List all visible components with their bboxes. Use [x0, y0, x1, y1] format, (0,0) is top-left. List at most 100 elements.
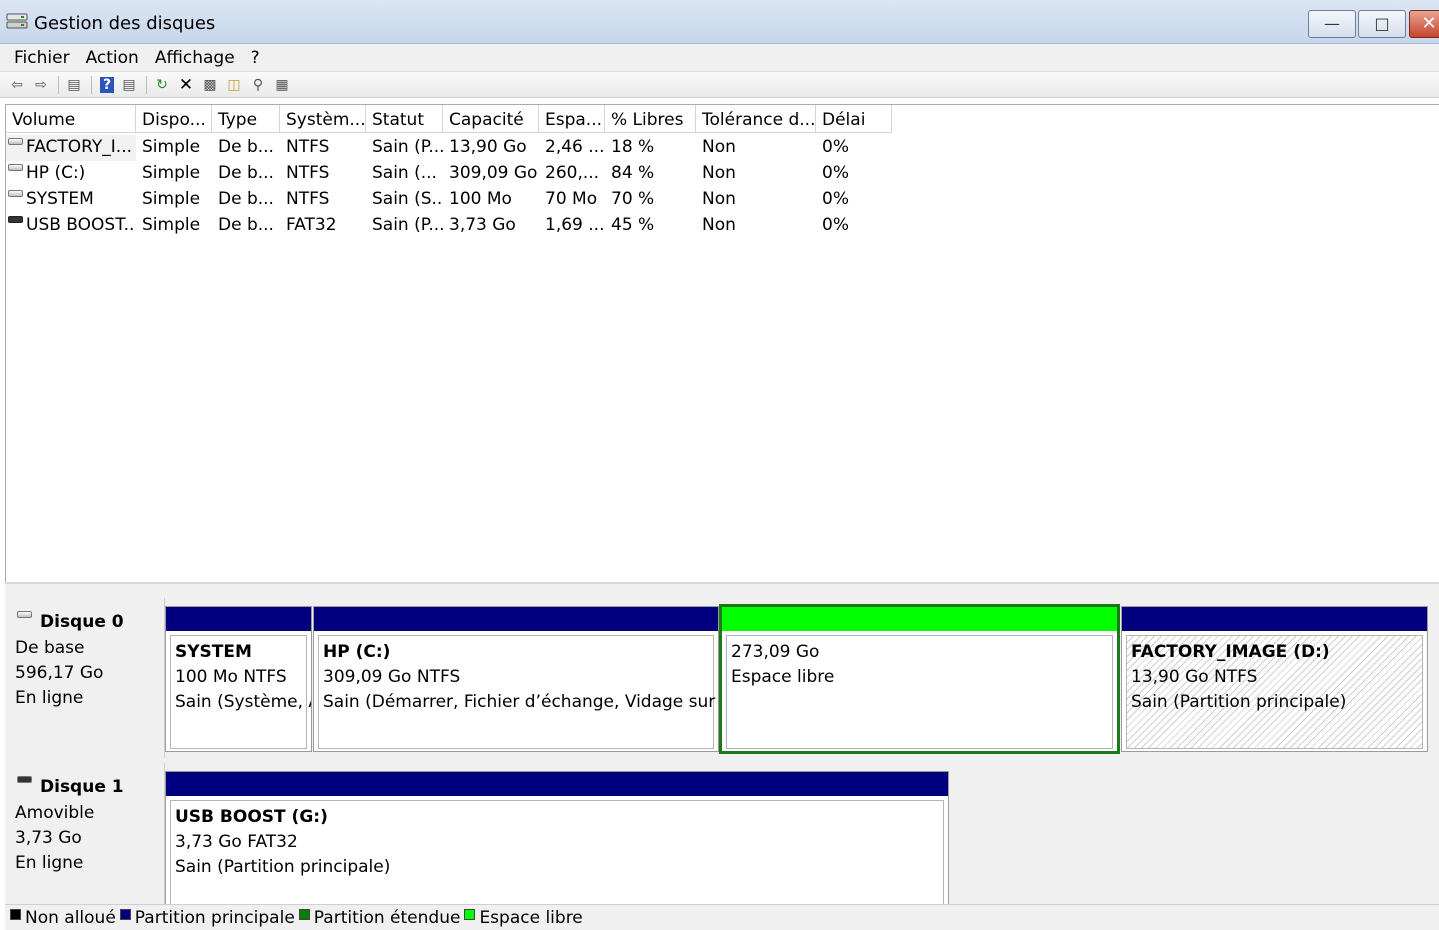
col-delai[interactable]: Délai — [816, 105, 892, 133]
col-systeme[interactable]: Systèm... — [280, 105, 366, 133]
legend-swatch-primary — [119, 909, 131, 920]
minimize-button[interactable]: — — [1308, 10, 1356, 38]
back-icon[interactable]: ⇦ — [6, 75, 28, 95]
tolerance-cell: Non — [702, 189, 736, 209]
statut-cell: Sain (... — [372, 163, 437, 183]
maximize-button[interactable]: □ — [1358, 10, 1406, 38]
volume-cell: USB BOOST... — [6, 213, 136, 239]
partition-factory-image[interactable]: FACTORY_IMAGE (D:) 13,90 Go NTFS Sain (P… — [1121, 606, 1428, 752]
disk-type: De base — [15, 638, 85, 658]
partition-bar — [166, 607, 311, 631]
partition-body: HP (C:) 309,09 Go NTFS Sain (Démarrer, F… — [318, 635, 718, 749]
partition-body: FACTORY_IMAGE (D:) 13,90 Go NTFS Sain (P… — [1126, 635, 1423, 749]
partition-status: Sain (Système, A — [175, 692, 312, 712]
volume-name: USB BOOST... — [26, 215, 136, 235]
col-dispo[interactable]: Dispo... — [136, 105, 212, 133]
libres-cell: 18 % — [611, 137, 655, 157]
delete-icon[interactable]: ✕ — [175, 75, 197, 95]
explore-icon[interactable]: ⚲ — [247, 75, 269, 95]
col-type[interactable]: Type — [212, 105, 280, 133]
delai-cell: 0% — [822, 163, 849, 183]
toolbar-separator — [58, 75, 59, 94]
dispo-cell: Simple — [142, 163, 201, 183]
disk-management-icon — [6, 13, 28, 29]
toolbar-separator — [91, 75, 92, 94]
disk-size: 596,17 Go — [15, 663, 104, 683]
capacite-cell: 13,90 Go — [449, 137, 527, 157]
legend-swatch-unallocated — [10, 909, 21, 920]
minimize-icon: — — [1324, 14, 1340, 33]
list-icon[interactable]: ▤ — [118, 75, 140, 95]
partition-hp-c[interactable]: HP (C:) 309,09 Go NTFS Sain (Démarrer, F… — [313, 606, 719, 752]
delai-cell: 0% — [822, 189, 849, 209]
close-button[interactable]: ✕ — [1409, 10, 1439, 38]
disk-0-label[interactable]: Disque 0 De base 596,17 Go En ligne — [8, 598, 165, 758]
partition-size: 309,09 Go NTFS — [323, 667, 461, 687]
partition-usb-boost[interactable]: USB BOOST (G:) 3,73 Go FAT32 Sain (Parti… — [165, 771, 949, 911]
fs-cell: NTFS — [286, 137, 330, 157]
espace-cell: 1,69 ... — [545, 215, 605, 235]
legend-item: Espace libre — [464, 905, 583, 930]
window-title: Gestion des disques — [34, 13, 216, 34]
volume-list[interactable]: Volume Dispo... Type Systèm... Statut Ca… — [5, 104, 1439, 582]
close-icon: ✕ — [1421, 13, 1437, 34]
properties-icon[interactable]: ▩ — [199, 75, 221, 95]
col-statut[interactable]: Statut — [366, 105, 443, 133]
type-cell: De b... — [218, 137, 274, 157]
col-volume[interactable]: Volume — [6, 105, 136, 133]
disk-state: En ligne — [15, 853, 84, 873]
tolerance-cell: Non — [702, 215, 736, 235]
tolerance-cell: Non — [702, 137, 736, 157]
legend-swatch-extended — [298, 909, 310, 920]
dispo-cell: Simple — [142, 137, 201, 157]
help-icon[interactable]: ? — [100, 76, 114, 93]
partition-size: 3,73 Go FAT32 — [175, 832, 298, 852]
legend: Non alloué Partition principale Partitio… — [5, 904, 1439, 930]
open-icon[interactable]: ◫ — [223, 75, 245, 95]
tolerance-cell: Non — [702, 163, 736, 183]
hard-disk-icon — [17, 611, 32, 618]
forward-icon[interactable]: ⇨ — [30, 75, 52, 95]
partition-title: USB BOOST (G:) — [175, 807, 328, 827]
partition-body: SYSTEM 100 Mo NTFS Sain (Système, A — [170, 635, 312, 749]
menu-help[interactable]: ? — [243, 48, 268, 68]
menu-affichage[interactable]: Affichage — [147, 48, 243, 68]
refresh-icon[interactable]: ↻ — [151, 75, 173, 95]
partition-system[interactable]: SYSTEM 100 Mo NTFS Sain (Système, A — [165, 606, 312, 752]
menu-action[interactable]: Action — [78, 48, 147, 68]
legend-label: Espace libre — [479, 908, 583, 928]
hard-disk-icon — [8, 190, 23, 197]
hard-disk-icon — [8, 138, 23, 145]
legend-item: Partition principale — [119, 905, 295, 930]
espace-cell: 70 Mo — [545, 189, 598, 209]
legend-label: Non alloué — [25, 908, 116, 928]
volume-cell: HP (C:) — [6, 161, 136, 187]
partition-bar — [166, 772, 948, 796]
toolbar: ⇦ ⇨ ▤ ? ▤ ↻ ✕ ▩ ◫ ⚲ ▦ — [0, 72, 1439, 98]
partition-free-space[interactable]: 273,09 Go Espace libre — [719, 604, 1120, 754]
fs-cell: NTFS — [286, 163, 330, 183]
hard-disk-icon — [8, 164, 23, 171]
fs-cell: FAT32 — [286, 215, 337, 235]
usb-drive-icon — [8, 216, 23, 223]
legend-item: Partition étendue — [298, 905, 460, 930]
col-tolerance[interactable]: Tolérance d... — [696, 105, 816, 133]
col-espace[interactable]: Espa... — [539, 105, 605, 133]
volume-cell: FACTORY_I... — [6, 135, 136, 161]
statut-cell: Sain (P... — [372, 137, 443, 157]
view-icon[interactable]: ▤ — [63, 75, 85, 95]
libres-cell: 45 % — [611, 215, 655, 235]
dispo-cell: Simple — [142, 215, 201, 235]
col-capacite[interactable]: Capacité — [443, 105, 539, 133]
partition-size: 273,09 Go — [731, 642, 820, 662]
menu-fichier[interactable]: Fichier — [6, 48, 78, 68]
type-cell: De b... — [218, 215, 274, 235]
toolbar-separator — [146, 75, 147, 94]
disk-1-label[interactable]: Disque 1 Amovible 3,73 Go En ligne — [8, 763, 165, 904]
disk-name: Disque 1 — [40, 777, 124, 797]
capacite-cell: 100 Mo — [449, 189, 512, 209]
col-libres[interactable]: % Libres — [605, 105, 696, 133]
statut-cell: Sain (S... — [372, 189, 443, 209]
espace-cell: 2,46 ... — [545, 137, 605, 157]
settings-icon[interactable]: ▦ — [271, 75, 293, 95]
